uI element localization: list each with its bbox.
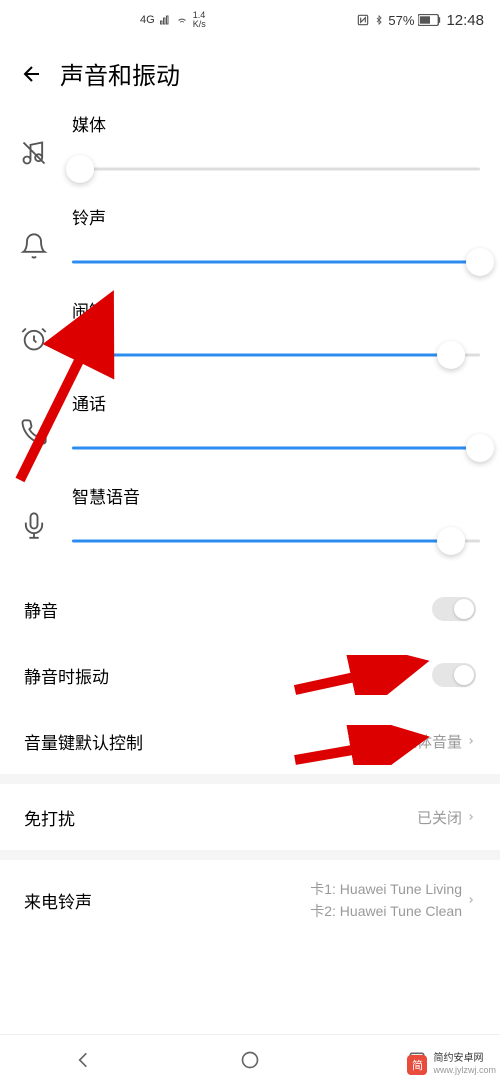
- media-label: 媒体: [72, 111, 480, 136]
- ringtone-sim2: 卡2: Huawei Tune Clean: [310, 900, 462, 922]
- battery-icon: [418, 14, 442, 26]
- speed-indicator: 1.4 K/s: [193, 11, 206, 29]
- ringtone-slider[interactable]: [72, 247, 480, 277]
- nav-home-icon[interactable]: [240, 1050, 260, 1070]
- alarm-icon: [20, 325, 48, 353]
- call-slider[interactable]: [72, 433, 480, 463]
- watermark-sub: www.jylzwj.com: [433, 1065, 496, 1076]
- vibrate-on-silent-row[interactable]: 静音时振动: [0, 642, 500, 708]
- watermark-icon: 简: [407, 1055, 427, 1075]
- wifi-icon: [175, 14, 189, 26]
- ringtone-slider-row: 铃声: [20, 204, 480, 277]
- vibrate-on-silent-label: 静音时振动: [24, 663, 109, 688]
- sliders-section: 媒体 铃声 闹钟: [0, 111, 500, 556]
- status-left: 4G 1.4 K/s: [16, 11, 206, 29]
- media-muted-icon: [20, 139, 48, 167]
- incoming-ringtone-label: 来电铃声: [24, 888, 92, 913]
- status-right: 57% 12:48: [356, 12, 484, 29]
- nfc-icon: [356, 13, 370, 27]
- watermark-main: 简约安卓网: [433, 1053, 496, 1065]
- volume-key-row[interactable]: 音量键默认控制 媒体音量: [0, 708, 500, 774]
- ringtone-label: 铃声: [72, 204, 480, 229]
- microphone-icon: [20, 511, 48, 539]
- chevron-right-icon: [466, 736, 476, 746]
- dnd-row[interactable]: 免打扰 已关闭: [0, 784, 500, 850]
- ringtone-sim1: 卡1: Huawei Tune Living: [310, 878, 462, 900]
- dnd-value: 已关闭: [417, 807, 462, 828]
- bell-icon: [20, 232, 48, 260]
- battery-percent: 57%: [388, 13, 414, 28]
- call-slider-row: 通话: [20, 390, 480, 463]
- watermark: 简 简约安卓网 www.jylzwj.com: [407, 1053, 496, 1076]
- status-bar: 4G 1.4 K/s 57% 12:48: [0, 0, 500, 40]
- section-divider: [0, 850, 500, 860]
- vibrate-on-silent-toggle[interactable]: [432, 663, 476, 687]
- chevron-right-icon: [466, 812, 476, 822]
- back-icon[interactable]: [20, 62, 44, 86]
- signal-icon: [159, 14, 171, 26]
- voice-assistant-label: 智慧语音: [72, 483, 480, 508]
- incoming-ringtone-row[interactable]: 来电铃声 卡1: Huawei Tune Living 卡2: Huawei T…: [0, 860, 500, 941]
- settings-section: 静音 静音时振动 音量键默认控制 媒体音量 免打扰 已关闭 来电铃声 卡1: H…: [0, 576, 500, 941]
- alarm-label: 闹钟: [72, 297, 480, 322]
- chevron-right-icon: [466, 895, 476, 905]
- voice-assistant-slider-row: 智慧语音: [20, 483, 480, 556]
- alarm-slider[interactable]: [72, 340, 480, 370]
- silent-label: 静音: [24, 597, 58, 622]
- volume-key-label: 音量键默认控制: [24, 729, 143, 754]
- page-title: 声音和振动: [60, 56, 180, 91]
- dnd-label: 免打扰: [24, 805, 75, 830]
- call-label: 通话: [72, 390, 480, 415]
- phone-icon: [20, 418, 48, 446]
- clock: 12:48: [446, 12, 484, 29]
- alarm-slider-row: 闹钟: [20, 297, 480, 370]
- bluetooth-icon: [374, 13, 384, 27]
- section-divider: [0, 774, 500, 784]
- nav-back-icon[interactable]: [73, 1050, 93, 1070]
- media-slider[interactable]: [72, 154, 480, 184]
- network-type: 4G: [140, 15, 155, 26]
- silent-toggle-row[interactable]: 静音: [0, 576, 500, 642]
- page-header: 声音和振动: [0, 40, 500, 111]
- silent-toggle[interactable]: [432, 597, 476, 621]
- voice-assistant-slider[interactable]: [72, 526, 480, 556]
- media-slider-row: 媒体: [20, 111, 480, 184]
- volume-key-value: 媒体音量: [402, 731, 462, 752]
